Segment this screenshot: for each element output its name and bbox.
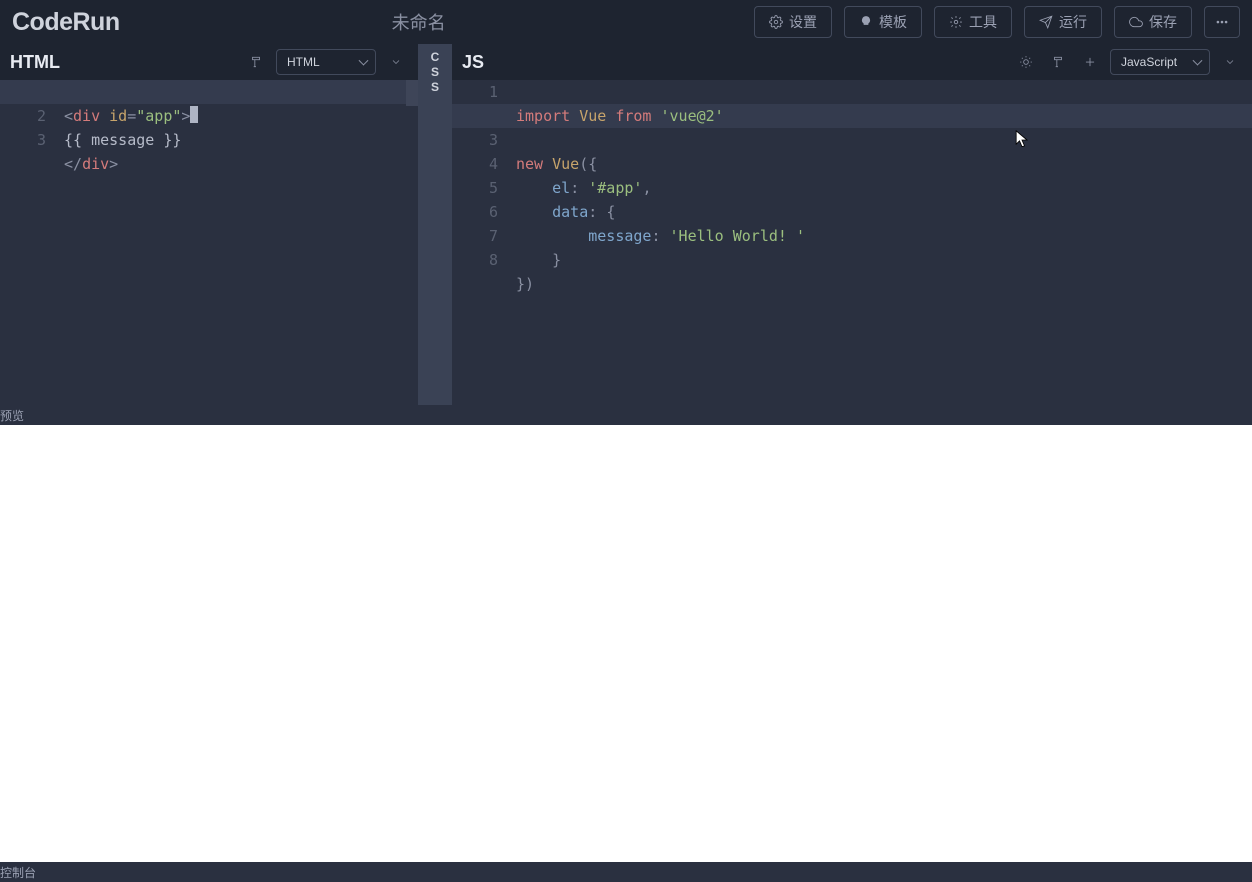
collapse-button[interactable]	[384, 50, 408, 74]
plus-icon	[1083, 55, 1097, 69]
templates-button[interactable]: 模板	[844, 6, 922, 38]
line-number: 4	[452, 152, 498, 176]
text-cursor	[190, 106, 198, 123]
line-number: 5	[452, 176, 498, 200]
line-number: 8	[452, 248, 498, 272]
tools-button[interactable]: 工具	[934, 6, 1012, 38]
cloud-icon	[1129, 15, 1143, 29]
js-panel: JS JavaScript 1 2 3 4 5 6 7 8 import Vue	[452, 44, 1252, 405]
html-panel: HTML HTML 1 2 3 <div id="app"> {{ messag…	[0, 44, 418, 405]
line-number: 3	[0, 128, 46, 152]
collapse-button[interactable]	[1218, 50, 1242, 74]
line-number: 3	[452, 128, 498, 152]
preview-label: 预览	[0, 405, 1252, 425]
send-icon	[1039, 15, 1053, 29]
chevron-down-icon	[1224, 56, 1236, 68]
format-button[interactable]	[244, 50, 268, 74]
settings-label: 设置	[789, 12, 817, 32]
css-letter: S	[431, 80, 439, 95]
line-number: 7	[452, 224, 498, 248]
js-editor[interactable]: 1 2 3 4 5 6 7 8 import Vue from 'vue@2' …	[452, 80, 1252, 405]
templates-label: 模板	[879, 12, 907, 32]
run-button[interactable]: 运行	[1024, 6, 1102, 38]
preview-pane[interactable]	[0, 425, 1252, 862]
js-panel-header: JS JavaScript	[452, 44, 1252, 80]
editors-row: HTML HTML 1 2 3 <div id="app"> {{ messag…	[0, 44, 1252, 405]
gear-icon	[769, 15, 783, 29]
run-label: 运行	[1059, 12, 1087, 32]
js-gutter: 1 2 3 4 5 6 7 8	[452, 80, 516, 405]
js-panel-title: JS	[462, 52, 484, 73]
more-button[interactable]	[1204, 6, 1240, 38]
js-lang-select[interactable]: JavaScript	[1110, 49, 1210, 75]
wrench-icon	[949, 15, 963, 29]
save-button[interactable]: 保存	[1114, 6, 1192, 38]
app-logo: CodeRun	[12, 8, 120, 37]
format-button[interactable]	[1046, 50, 1070, 74]
html-editor[interactable]: 1 2 3 <div id="app"> {{ message }} </div…	[0, 80, 418, 405]
html-panel-header: HTML HTML	[0, 44, 418, 80]
format-icon	[1051, 55, 1065, 69]
chevron-down-icon	[390, 56, 402, 68]
settings-button[interactable]: 设置	[754, 6, 832, 38]
minimap[interactable]	[406, 80, 418, 106]
line-number: 1	[452, 80, 498, 104]
html-gutter: 1 2 3	[0, 80, 64, 405]
tools-label: 工具	[969, 12, 997, 32]
css-letter: C	[431, 50, 440, 65]
html-lang-value: HTML	[287, 55, 320, 69]
format-icon	[249, 55, 263, 69]
save-label: 保存	[1149, 12, 1177, 32]
css-letter: S	[431, 65, 439, 80]
html-panel-title: HTML	[10, 52, 60, 73]
html-lang-select[interactable]: HTML	[276, 49, 376, 75]
js-lang-value: JavaScript	[1121, 55, 1177, 69]
theme-button[interactable]	[1014, 50, 1038, 74]
css-panel-collapsed[interactable]: C S S	[418, 44, 452, 405]
add-button[interactable]	[1078, 50, 1102, 74]
sun-icon	[1019, 55, 1033, 69]
line-number: 6	[452, 200, 498, 224]
topbar: CodeRun 未命名 设置 模板 工具 运行 保存	[0, 0, 1252, 44]
line-number: 2	[0, 104, 46, 128]
more-icon	[1215, 15, 1229, 29]
html-code[interactable]: <div id="app"> {{ message }} </div>	[64, 80, 418, 405]
console-label[interactable]: 控制台	[0, 862, 1252, 882]
js-code[interactable]: import Vue from 'vue@2' new Vue({ el: '#…	[516, 80, 1252, 405]
bulb-icon	[859, 15, 873, 29]
project-title[interactable]: 未命名	[392, 9, 446, 35]
